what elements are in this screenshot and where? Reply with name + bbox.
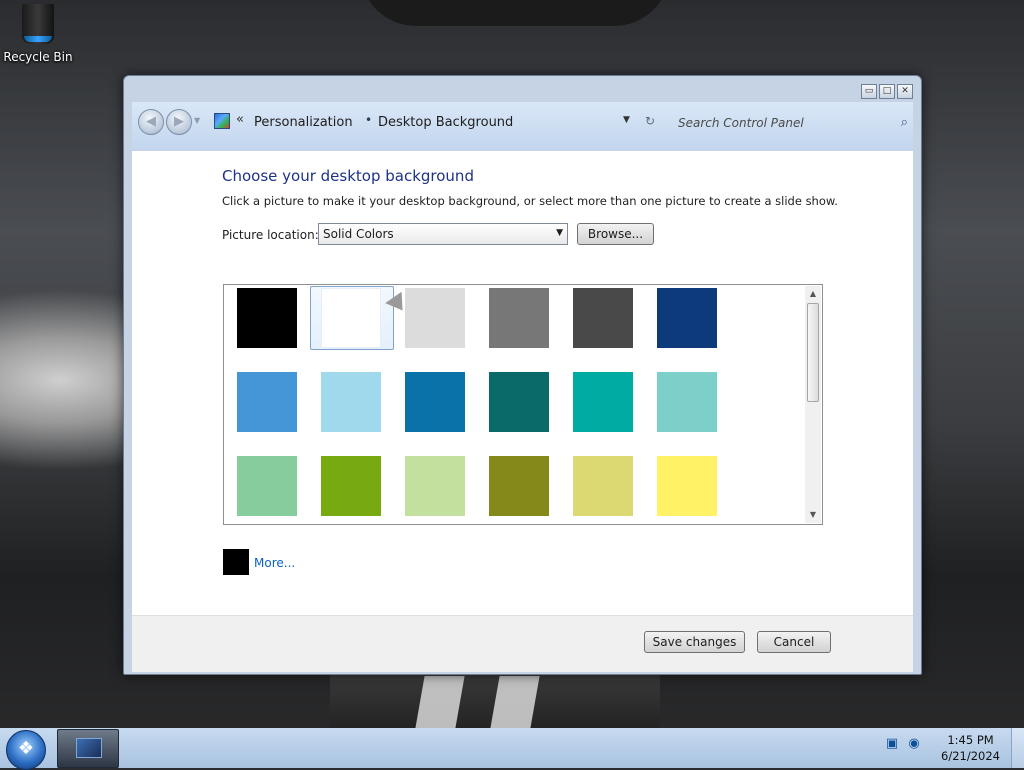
- clock[interactable]: 1:45 PM 6/21/2024: [941, 732, 1000, 764]
- color-swatch[interactable]: [573, 288, 633, 348]
- caption-buttons: ▭ □ ✕: [861, 84, 913, 99]
- color-swatch[interactable]: [405, 288, 465, 348]
- breadcrumb-desktop-background[interactable]: Desktop Background: [378, 115, 513, 130]
- desktop-gadget: [360, 0, 670, 26]
- back-button[interactable]: ◀: [138, 109, 164, 135]
- scroll-up-arrow-icon[interactable]: ▲: [805, 286, 821, 302]
- search-box[interactable]: Search Control Panel ⌕: [678, 113, 914, 133]
- color-swatch[interactable]: [321, 288, 381, 348]
- desktop-icon-label: Recycle Bin: [3, 50, 73, 64]
- chevron-down-icon: ▼: [556, 228, 563, 238]
- address-dropdown-button[interactable]: ▼: [623, 115, 630, 125]
- color-swatch[interactable]: [657, 372, 717, 432]
- minimize-button[interactable]: ▭: [861, 84, 877, 99]
- control-panel-icon: [214, 113, 230, 129]
- color-swatch[interactable]: [573, 456, 633, 516]
- search-icon[interactable]: ⌕: [901, 115, 908, 130]
- scroll-thumb[interactable]: [807, 303, 819, 402]
- clock-date: 6/21/2024: [941, 749, 1000, 763]
- search-input[interactable]: Search Control Panel: [678, 116, 804, 130]
- cancel-button[interactable]: Cancel: [757, 631, 831, 653]
- color-swatch[interactable]: [321, 372, 381, 432]
- maximize-button[interactable]: □: [879, 84, 895, 99]
- close-button[interactable]: ✕: [897, 84, 913, 99]
- refresh-button[interactable]: ↻: [645, 114, 655, 128]
- content-pane: Choose your desktop background Click a p…: [132, 151, 913, 672]
- page-description: Click a picture to make it your desktop …: [222, 194, 838, 208]
- personalization-window: ▭ □ ✕ ◀ ▶ ▼ « Personalization • Desktop …: [123, 75, 922, 675]
- forward-arrow-icon: ▶: [174, 114, 184, 129]
- color-swatch[interactable]: [573, 372, 633, 432]
- save-changes-button[interactable]: Save changes: [644, 631, 745, 653]
- color-swatch[interactable]: [405, 456, 465, 516]
- color-gallery: ▲ ▼: [223, 284, 823, 525]
- recent-pages-dropdown[interactable]: ▼: [194, 116, 200, 125]
- recycle-bin-icon: [22, 4, 54, 44]
- more-color-preview[interactable]: [223, 549, 249, 575]
- taskbar-item-personalization[interactable]: [57, 729, 119, 768]
- show-desktop-button[interactable]: [1011, 728, 1024, 768]
- color-swatch[interactable]: [237, 456, 297, 516]
- gallery-scrollbar[interactable]: ▲ ▼: [805, 286, 821, 523]
- breadcrumb-personalization[interactable]: Personalization: [254, 115, 353, 130]
- page-title: Choose your desktop background: [222, 167, 474, 185]
- more-colors-link[interactable]: More...: [254, 556, 295, 570]
- color-swatch[interactable]: [489, 288, 549, 348]
- picture-location-select[interactable]: Solid Colors ▼: [318, 223, 568, 245]
- breadcrumb-overflow-chevron[interactable]: «: [236, 112, 244, 127]
- color-swatch[interactable]: [321, 456, 381, 516]
- picture-location-value: Solid Colors: [323, 227, 394, 241]
- dialog-footer: Save changes Cancel: [132, 615, 913, 672]
- windows-logo-icon: ❖: [17, 738, 35, 759]
- browse-button[interactable]: Browse...: [577, 223, 654, 245]
- color-swatch[interactable]: [405, 372, 465, 432]
- color-swatch[interactable]: [237, 372, 297, 432]
- taskbar: ❖ ▣ ◉ 1:45 PM 6/21/2024: [0, 728, 1024, 770]
- scroll-down-arrow-icon[interactable]: ▼: [805, 507, 821, 523]
- picture-location-label: Picture location:: [222, 228, 319, 242]
- color-swatch[interactable]: [657, 456, 717, 516]
- system-tray: ▣ ◉: [884, 736, 922, 752]
- color-swatch[interactable]: [237, 288, 297, 348]
- volume-icon[interactable]: ◉: [906, 736, 922, 752]
- color-swatch[interactable]: [657, 288, 717, 348]
- network-icon[interactable]: ▣: [884, 736, 900, 752]
- color-swatch[interactable]: [489, 372, 549, 432]
- clock-time: 1:45 PM: [947, 733, 994, 747]
- desktop-icon-recycle-bin[interactable]: Recycle Bin: [2, 4, 74, 64]
- back-arrow-icon: ◀: [146, 114, 156, 129]
- start-button[interactable]: ❖: [6, 730, 46, 770]
- color-swatch[interactable]: [489, 456, 549, 516]
- forward-button[interactable]: ▶: [166, 109, 192, 135]
- navigation-bar: ◀ ▶ ▼ « Personalization • Desktop Backgr…: [132, 102, 913, 150]
- breadcrumb-separator: •: [365, 113, 373, 127]
